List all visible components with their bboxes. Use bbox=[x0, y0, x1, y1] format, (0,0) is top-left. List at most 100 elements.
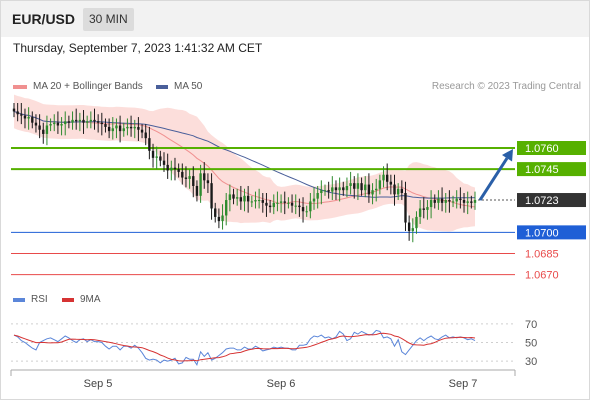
candle-body bbox=[12, 108, 16, 112]
candle-body bbox=[466, 201, 469, 203]
candle-body bbox=[151, 150, 155, 158]
candle-body bbox=[261, 200, 264, 203]
candle-body bbox=[20, 114, 23, 116]
current-price-label: 1.0723 bbox=[525, 195, 559, 207]
candle-body bbox=[462, 200, 466, 203]
candle-body bbox=[235, 197, 239, 199]
resistance-price-label: 1.0745 bbox=[525, 164, 559, 176]
candle-body bbox=[448, 200, 451, 202]
candle-body bbox=[49, 124, 52, 126]
candle-body bbox=[45, 125, 49, 134]
candle-body bbox=[389, 181, 393, 185]
candle-body bbox=[64, 121, 67, 125]
candle-body bbox=[411, 228, 414, 231]
candle-body bbox=[228, 194, 232, 201]
candle-body bbox=[444, 200, 447, 203]
candle-body bbox=[298, 205, 301, 208]
candle-body bbox=[118, 125, 122, 132]
candle-body bbox=[243, 195, 246, 202]
candle-body bbox=[184, 177, 188, 179]
candle-body bbox=[34, 122, 38, 126]
candle-body bbox=[173, 167, 177, 170]
candle-body bbox=[53, 122, 56, 125]
candle-body bbox=[148, 138, 151, 151]
candle-body bbox=[60, 124, 63, 126]
candle-body bbox=[265, 202, 268, 206]
candle-body bbox=[404, 193, 407, 223]
candle-body bbox=[268, 205, 272, 208]
candle-body bbox=[210, 183, 213, 209]
candle-body bbox=[96, 121, 100, 123]
candle-body bbox=[294, 205, 297, 207]
candle-body bbox=[181, 171, 184, 178]
candle-body bbox=[353, 183, 356, 189]
candle-body bbox=[345, 185, 349, 191]
x-axis-tick-label: Sep 7 bbox=[449, 378, 478, 390]
candle-body bbox=[440, 198, 444, 203]
candle-body bbox=[422, 208, 425, 210]
candle-body bbox=[206, 180, 210, 184]
candle-body bbox=[27, 117, 30, 119]
x-axis-tick-label: Sep 5 bbox=[84, 378, 113, 390]
candle-body bbox=[199, 173, 202, 196]
candle-body bbox=[85, 121, 89, 123]
forecast-arrow-shaft bbox=[478, 157, 509, 201]
target-price-label: 1.0670 bbox=[525, 270, 559, 282]
candle-body bbox=[38, 125, 41, 130]
candle-body bbox=[426, 207, 429, 210]
candle-body bbox=[100, 122, 103, 125]
candle-body bbox=[301, 207, 305, 212]
candle-body bbox=[67, 121, 71, 123]
candle-body bbox=[312, 198, 316, 202]
candle-body bbox=[89, 119, 93, 122]
candle-body bbox=[290, 202, 294, 206]
candle-body bbox=[126, 126, 129, 129]
candle-body bbox=[93, 119, 96, 122]
candle-body bbox=[272, 202, 275, 208]
target-price-label: 1.0685 bbox=[525, 248, 559, 260]
candle-body bbox=[349, 183, 352, 186]
candle-body bbox=[323, 190, 327, 192]
candle-body bbox=[111, 128, 114, 132]
candle-body bbox=[137, 126, 140, 130]
candle-body bbox=[133, 126, 136, 129]
candle-body bbox=[221, 215, 224, 222]
candle-body bbox=[31, 117, 34, 123]
rsi-line bbox=[13, 329, 476, 367]
candle-body bbox=[276, 202, 279, 204]
candle-body bbox=[371, 190, 374, 195]
candle-body bbox=[305, 211, 308, 213]
candle-body bbox=[473, 200, 477, 203]
candle-body bbox=[283, 201, 286, 203]
candle-body bbox=[246, 195, 250, 202]
candle-body bbox=[327, 190, 330, 192]
candle-body bbox=[279, 201, 283, 203]
candle-body bbox=[415, 216, 418, 229]
candle-body bbox=[393, 184, 396, 195]
candle-body bbox=[104, 124, 107, 127]
candle-body bbox=[375, 188, 378, 191]
candle-body bbox=[320, 190, 323, 193]
candle-body bbox=[360, 183, 363, 191]
candle-body bbox=[195, 185, 199, 196]
candle-body bbox=[364, 184, 367, 191]
candle-body bbox=[159, 156, 162, 161]
candle-body bbox=[342, 187, 345, 191]
candle-body bbox=[309, 201, 312, 212]
rsi-axis-label: 70 bbox=[525, 319, 537, 331]
candle-body bbox=[386, 174, 389, 182]
candle-body bbox=[470, 201, 473, 203]
candle-body bbox=[287, 202, 290, 204]
candle-body bbox=[203, 173, 206, 181]
candle-body bbox=[71, 119, 74, 123]
candle-body bbox=[115, 125, 118, 129]
candle-body bbox=[155, 156, 158, 158]
resistance-price-label: 1.0760 bbox=[525, 143, 559, 155]
candle-body bbox=[437, 198, 440, 203]
price-chart: 1.0760 1.0745 1.0723 1.0700 1.0685 1.0670 30 50… bbox=[10, 94, 586, 390]
candle-body bbox=[418, 208, 422, 217]
candle-body bbox=[316, 193, 319, 199]
candle-body bbox=[78, 119, 82, 122]
candle-body bbox=[396, 188, 400, 195]
candle-body bbox=[331, 187, 334, 192]
